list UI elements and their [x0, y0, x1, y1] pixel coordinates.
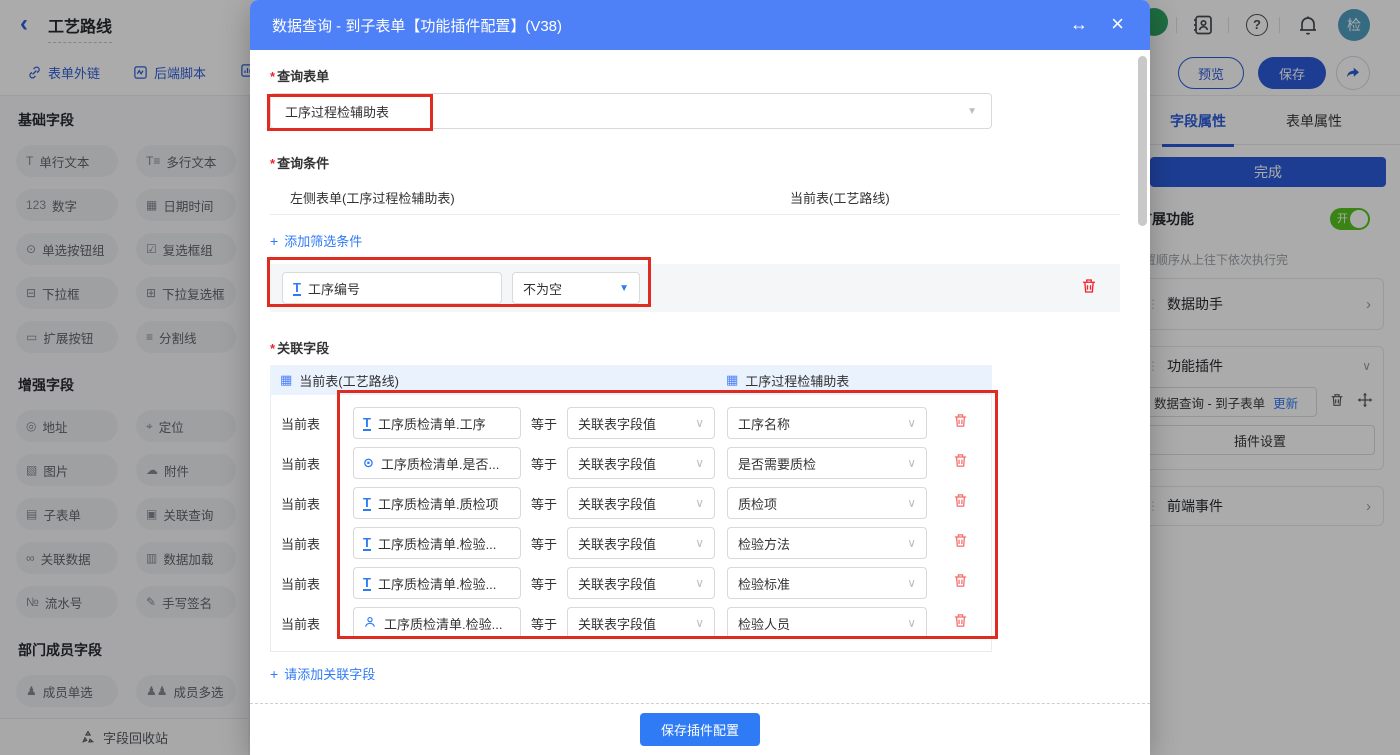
value-type-select[interactable]: 关联表字段值∨ — [567, 527, 715, 559]
row-delete-icon[interactable] — [952, 452, 969, 474]
row-delete-icon[interactable] — [952, 492, 969, 514]
modal-footer: 保存插件配置 — [250, 703, 1150, 755]
row-delete-icon[interactable] — [952, 412, 969, 434]
plugin-config-modal: 数据查询 - 到子表单【功能插件配置】(V38) ↔ × 查询表单 工序过程检辅… — [250, 0, 1150, 755]
left-field-value: 工序质检清单.是否... — [381, 454, 499, 473]
right-field-select[interactable]: 是否需要质检∨ — [727, 447, 927, 479]
value-type-select[interactable]: 关联表字段值∨ — [567, 447, 715, 479]
related-table-header: ▦ 当前表(工艺路线) ▦ 工序过程检辅助表 — [270, 365, 992, 395]
add-filter-condition-link[interactable]: 添加筛选条件 — [270, 231, 362, 250]
app-page: ‹ 工艺路线 ? 检 表单外链 后端脚本 预览 保存 — [0, 0, 1400, 755]
related-field-row: 当前表 T 工序质检清单.质检项 等于关联表字段值∨ 质检项∨ — [271, 483, 991, 523]
row-source-label: 当前表 — [281, 414, 345, 433]
value-type-select[interactable]: 关联表字段值∨ — [567, 407, 715, 439]
left-field-input[interactable]: T 工序质检清单.质检项 — [353, 487, 521, 519]
value-type-select[interactable]: 关联表字段值∨ — [567, 487, 715, 519]
row-source-label: 当前表 — [281, 534, 345, 553]
save-plugin-config-button[interactable]: 保存插件配置 — [640, 713, 760, 746]
person-icon — [363, 615, 377, 632]
text-field-icon: T — [363, 576, 371, 591]
related-field-row: 当前表 T 工序质检清单.检验... 等于关联表字段值∨ 检验方法∨ — [271, 523, 991, 563]
left-field-input[interactable]: T 工序质检清单.检验... — [353, 567, 521, 599]
add-related-field-link[interactable]: 请添加关联字段 — [270, 664, 375, 683]
text-field-icon: T — [363, 536, 371, 551]
value-type-select[interactable]: 关联表字段值∨ — [567, 607, 715, 639]
modal-scrollbar[interactable] — [1138, 56, 1147, 226]
related-field-row: 当前表 T 工序质检清单.工序 等于关联表字段值∨ 工序名称∨ — [271, 403, 991, 443]
caret-down-icon: ▼ — [967, 106, 977, 117]
query-condition-label: 查询条件 — [270, 153, 1150, 172]
right-field-select[interactable]: 检验标准∨ — [727, 567, 927, 599]
right-field-select[interactable]: 检验方法∨ — [727, 527, 927, 559]
right-field-select[interactable]: 质检项∨ — [727, 487, 927, 519]
chevron-down-icon: ∨ — [695, 416, 704, 430]
left-field-input[interactable]: ⊙ 工序质检清单.是否... — [353, 447, 521, 479]
modal-header: 数据查询 - 到子表单【功能插件配置】(V38) ↔ × — [250, 0, 1150, 50]
row-delete-icon[interactable] — [952, 532, 969, 554]
chevron-down-icon: ∨ — [907, 496, 916, 510]
chevron-down-icon: ∨ — [695, 576, 704, 590]
operator-label: 等于 — [531, 494, 557, 513]
right-field-select[interactable]: 检验人员∨ — [727, 607, 927, 639]
operator-label: 等于 — [531, 614, 557, 633]
chevron-down-icon: ∨ — [695, 616, 704, 630]
chevron-down-icon: ∨ — [907, 616, 916, 630]
text-field-icon: T — [363, 416, 371, 431]
modal-title: 数据查询 - 到子表单【功能插件配置】(V38) — [272, 15, 562, 36]
left-field-input[interactable]: T 工序质检清单.检验... — [353, 527, 521, 559]
row-delete-icon[interactable] — [952, 572, 969, 594]
related-fields-label: 关联字段 — [270, 338, 1150, 357]
filter-delete-icon[interactable] — [1080, 277, 1098, 300]
current-form-header: 当前表(工艺路线) — [790, 188, 890, 207]
divider — [270, 214, 1120, 215]
left-field-value: 工序质检清单.检验... — [378, 574, 496, 593]
chevron-down-icon: ∨ — [907, 576, 916, 590]
related-field-row: 当前表 ⊙ 工序质检清单.是否... 等于关联表字段值∨ 是否需要质检∨ — [271, 443, 991, 483]
radio-icon: ⊙ — [363, 455, 374, 471]
related-field-row: 当前表 T 工序质检清单.检验... 等于关联表字段值∨ 检验标准∨ — [271, 563, 991, 603]
filter-operator-select[interactable]: 不为空 ▼ — [512, 272, 640, 304]
row-source-label: 当前表 — [281, 614, 345, 633]
left-field-input[interactable]: 工序质检清单.检验... — [353, 607, 521, 639]
query-form-select[interactable]: 工序过程检辅助表 ▼ — [270, 93, 992, 129]
modal-body: 查询表单 工序过程检辅助表 ▼ 查询条件 左侧表单(工序过程检辅助表) 当前表(… — [250, 50, 1150, 703]
chevron-down-icon: ∨ — [907, 536, 916, 550]
left-field-input[interactable]: T 工序质检清单.工序 — [353, 407, 521, 439]
row-source-label: 当前表 — [281, 494, 345, 513]
expand-horizontal-icon[interactable]: ↔ — [1070, 14, 1088, 35]
chevron-down-icon: ∨ — [695, 456, 704, 470]
operator-label: 等于 — [531, 574, 557, 593]
chevron-down-icon: ∨ — [695, 496, 704, 510]
left-form-header: 左侧表单(工序过程检辅助表) — [290, 188, 455, 207]
chevron-down-icon: ∨ — [907, 416, 916, 430]
left-field-value: 工序质检清单.检验... — [384, 614, 502, 633]
filter-condition-row: T 工序编号 不为空 ▼ — [270, 264, 1120, 312]
chevron-down-icon: ∨ — [907, 456, 916, 470]
caret-down-icon: ▼ — [619, 283, 629, 294]
operator-label: 等于 — [531, 414, 557, 433]
filter-field-input[interactable]: T 工序编号 — [282, 272, 502, 304]
left-field-value: 工序质检清单.工序 — [378, 414, 486, 433]
left-field-value: 工序质检清单.检验... — [378, 534, 496, 553]
left-field-value: 工序质检清单.质检项 — [378, 494, 499, 513]
form-grid-icon: ▦ — [726, 372, 738, 388]
operator-label: 等于 — [531, 454, 557, 473]
text-field-icon: T — [363, 496, 371, 511]
row-source-label: 当前表 — [281, 574, 345, 593]
related-fields-table: ▦ 当前表(工艺路线) ▦ 工序过程检辅助表 当前表T工序质检清单.工序等于关联… — [270, 365, 992, 652]
right-field-select[interactable]: 工序名称∨ — [727, 407, 927, 439]
related-table-body: 当前表T工序质检清单.工序等于关联表字段值∨工序名称∨当前表⊙工序质检清单.是否… — [270, 395, 992, 652]
form-grid-icon: ▦ — [280, 372, 292, 388]
related-field-row: 当前表 工序质检清单.检验... 等于关联表字段值∨ 检验人员∨ — [271, 603, 991, 643]
operator-label: 等于 — [531, 534, 557, 553]
value-type-select[interactable]: 关联表字段值∨ — [567, 567, 715, 599]
condition-headers: 左侧表单(工序过程检辅助表) 当前表(工艺路线) — [270, 188, 1150, 206]
row-delete-icon[interactable] — [952, 612, 969, 634]
query-form-label: 查询表单 — [270, 66, 1150, 85]
close-icon[interactable]: × — [1111, 11, 1124, 37]
row-source-label: 当前表 — [281, 454, 345, 473]
text-field-icon: T — [293, 281, 301, 296]
chevron-down-icon: ∨ — [695, 536, 704, 550]
